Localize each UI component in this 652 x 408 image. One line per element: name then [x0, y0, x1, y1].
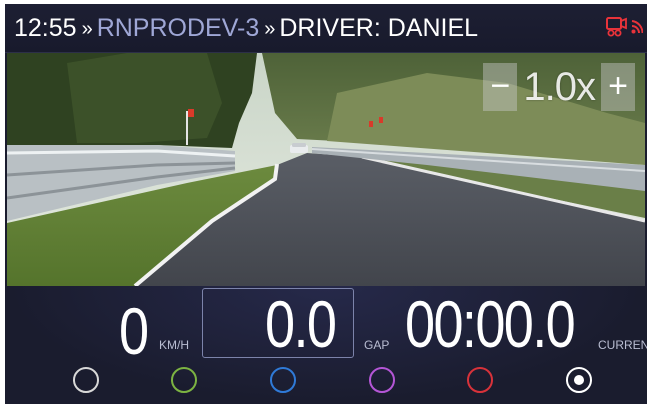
gap-value: 0.0 — [265, 287, 337, 361]
driver-label: DRIVER: DANIEL — [279, 14, 479, 42]
header-bar: 12:55» RNPRODEV-3» DRIVER: DANIEL — [5, 4, 647, 53]
zoom-control: − 1.0x + — [483, 63, 635, 111]
selector-selected[interactable] — [566, 367, 592, 393]
device-name: RNPRODEV-3 — [96, 14, 260, 42]
breadcrumb-separator: » — [81, 18, 93, 40]
selector-white[interactable] — [73, 367, 99, 393]
selector-purple[interactable] — [369, 367, 395, 393]
speed-unit: KM/H — [159, 338, 189, 352]
onboard-video[interactable]: − 1.0x + — [7, 53, 645, 286]
header-title: 12:55» RNPRODEV-3» DRIVER: DANIEL — [14, 12, 478, 45]
zoom-in-button[interactable]: + — [601, 63, 635, 111]
marshal-flag — [188, 109, 194, 117]
selector-green[interactable] — [171, 367, 197, 393]
breadcrumb-separator: » — [264, 18, 276, 40]
speed-value: 0 — [119, 294, 149, 368]
signal-icon — [631, 20, 643, 34]
gap-unit: GAP — [364, 338, 390, 352]
app-frame: 12:55» RNPRODEV-3» DRIVER: DANIEL − 1.0x… — [5, 4, 647, 404]
lap-time-value: 00:00.0 — [405, 287, 576, 361]
video-record-icon[interactable] — [606, 17, 628, 37]
telemetry-panel: 0 KM/H 0.0 GAP 00:00.0 CURRENT — [5, 286, 647, 404]
zoom-out-button[interactable]: − — [483, 63, 518, 111]
selector-red[interactable] — [467, 367, 493, 393]
lap-time-unit: CURRENT — [598, 338, 647, 352]
selector-blue[interactable] — [270, 367, 296, 393]
session-time: 12:55 — [14, 14, 77, 42]
zoom-level: 1.0x — [523, 65, 596, 109]
